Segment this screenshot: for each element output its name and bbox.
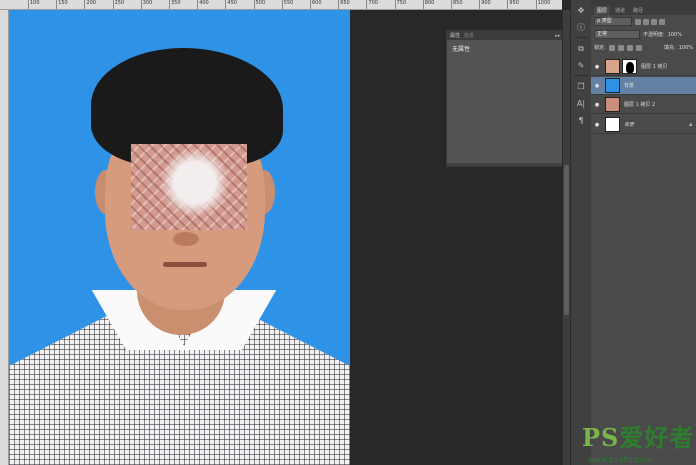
layer-filter-icons — [635, 18, 665, 25]
layer-row[interactable]: ● 背景 🔒︎ — [591, 116, 696, 134]
ruler-tick: 1000 — [535, 0, 550, 9]
lock-label: 锁定: — [594, 45, 606, 51]
ruler-tick: 350 — [169, 0, 181, 9]
type-icon[interactable]: A| — [574, 97, 588, 110]
layer-name: 背景 — [624, 122, 635, 128]
visibility-eye-icon[interactable]: ● — [593, 64, 601, 70]
lock-position-icon[interactable] — [626, 44, 633, 51]
ruler-tick: 400 — [197, 0, 209, 9]
ruler-tick: 700 — [366, 0, 378, 9]
ruler-tick: 750 — [394, 0, 406, 9]
layers-panel-tabs: 图层 通道 路径 — [591, 5, 696, 15]
ruler-tick: 650 — [338, 0, 350, 9]
watermark-ps: PS — [582, 423, 620, 452]
move-icon[interactable]: ✥ — [574, 4, 588, 17]
portrait-nose — [173, 232, 199, 246]
info-icon[interactable]: ⓘ — [574, 21, 588, 34]
tab-channels[interactable]: 通道 — [612, 6, 628, 15]
ruler-tick: 150 — [56, 0, 68, 9]
fill-label: 填充: — [664, 45, 676, 51]
ruler-tick: 200 — [84, 0, 96, 9]
layers-panel[interactable]: 图层 通道 路径 ρ 类型 正常 不透明度: 100% 锁定: 填充: 100%… — [591, 0, 696, 465]
ruler-tick: 100 — [28, 0, 40, 9]
document-canvas[interactable] — [9, 10, 350, 465]
visibility-eye-icon[interactable]: ● — [593, 102, 601, 108]
watermark-logo: PS爱好者 — [582, 418, 694, 453]
portrait-mouth — [163, 262, 207, 267]
ruler-tick: 550 — [281, 0, 293, 9]
ruler-tick: 850 — [451, 0, 463, 9]
opacity-value[interactable]: 100% — [668, 32, 682, 38]
visibility-eye-icon[interactable]: ● — [593, 83, 601, 89]
tab-paths[interactable]: 路径 — [630, 6, 646, 15]
layer-filter-select[interactable]: ρ 类型 — [594, 17, 632, 26]
filter-type-icon[interactable] — [651, 18, 657, 25]
lock-paint-icon[interactable] — [617, 44, 624, 51]
filter-shape-icon[interactable] — [659, 18, 665, 25]
visibility-eye-icon[interactable]: ● — [593, 122, 601, 128]
layer-name: 背景 — [624, 83, 635, 89]
ruler-tick: 900 — [479, 0, 491, 9]
layer-filter-row: ρ 类型 — [591, 15, 696, 28]
tab-properties[interactable]: 属性 — [450, 32, 460, 39]
ruler-tick: 250 — [112, 0, 124, 9]
filter-adjust-icon[interactable] — [643, 18, 649, 25]
watermark-url: www.psahz.com — [588, 455, 653, 464]
strip-divider — [574, 75, 588, 76]
paragraph-icon[interactable]: ¶ — [574, 114, 588, 127]
filter-pixel-icon[interactable] — [635, 18, 641, 25]
ruler-tick: 450 — [225, 0, 237, 9]
ruler-tick: 800 — [422, 0, 434, 9]
layer-thumbnail — [605, 97, 620, 112]
properties-panel[interactable]: 属性 信息 ▸▸ ≡ 无属性 — [446, 30, 570, 167]
panel-resize-grip[interactable] — [447, 163, 569, 166]
lock-row: 锁定: 填充: 100% — [591, 41, 696, 54]
ruler-tick: 600 — [310, 0, 322, 9]
panel-icon-strip: ✥ ⓘ ⧉ ✎ ❐ A| ¶ — [570, 0, 592, 465]
layer-name: 图层 1 拷贝 2 — [624, 102, 656, 108]
layer-thumbnail — [605, 78, 620, 93]
layer-thumbnail — [605, 117, 620, 132]
ruler-tick: 500 — [253, 0, 265, 9]
left-ruler — [0, 10, 9, 465]
properties-panel-header[interactable]: 属性 信息 ▸▸ ≡ — [447, 31, 569, 40]
layer-mask-thumbnail[interactable] — [622, 59, 637, 74]
ruler-tick: 300 — [140, 0, 152, 9]
layer-name: 图层 1 拷贝 — [641, 64, 668, 70]
lock-pixels-icon[interactable] — [608, 44, 615, 51]
ruler-tick: 950 — [507, 0, 519, 9]
tab-info[interactable]: 信息 — [464, 32, 474, 39]
layer-row[interactable]: ● 图层 1 拷贝 2 — [591, 96, 696, 114]
strip-divider — [574, 37, 588, 38]
stained-glass-mosaic-region — [131, 144, 247, 230]
blend-row: 正常 不透明度: 100% — [591, 28, 696, 41]
layer-thumbnail — [605, 59, 620, 74]
history-icon[interactable]: ⧉ — [574, 42, 588, 55]
layer-row[interactable]: ● 图层 1 拷贝 — [591, 58, 696, 76]
watermark-brand: 爱好者 — [619, 423, 695, 452]
layer-row[interactable]: ● 背景 — [591, 77, 696, 95]
brush-icon[interactable]: ✎ — [574, 59, 588, 72]
top-ruler: 100 150 200 250 300 350 400 450 500 550 600 650 700 7… — [0, 0, 562, 10]
fill-value[interactable]: 100% — [679, 45, 693, 51]
lock-icon: 🔒︎ — [689, 121, 692, 128]
opacity-label: 不透明度: — [643, 32, 665, 38]
site-watermark: PS爱好者 www.psahz.com — [578, 418, 696, 465]
clone-icon[interactable]: ❐ — [574, 80, 588, 93]
tab-layers[interactable]: 图层 — [594, 6, 611, 15]
canvas-vertical-scrollbar[interactable] — [562, 10, 570, 465]
blend-mode-select[interactable]: 正常 — [594, 30, 640, 39]
properties-body-text: 无属性 — [452, 46, 471, 53]
scrollbar-thumb[interactable] — [564, 165, 569, 315]
lock-all-icon[interactable] — [635, 44, 642, 51]
